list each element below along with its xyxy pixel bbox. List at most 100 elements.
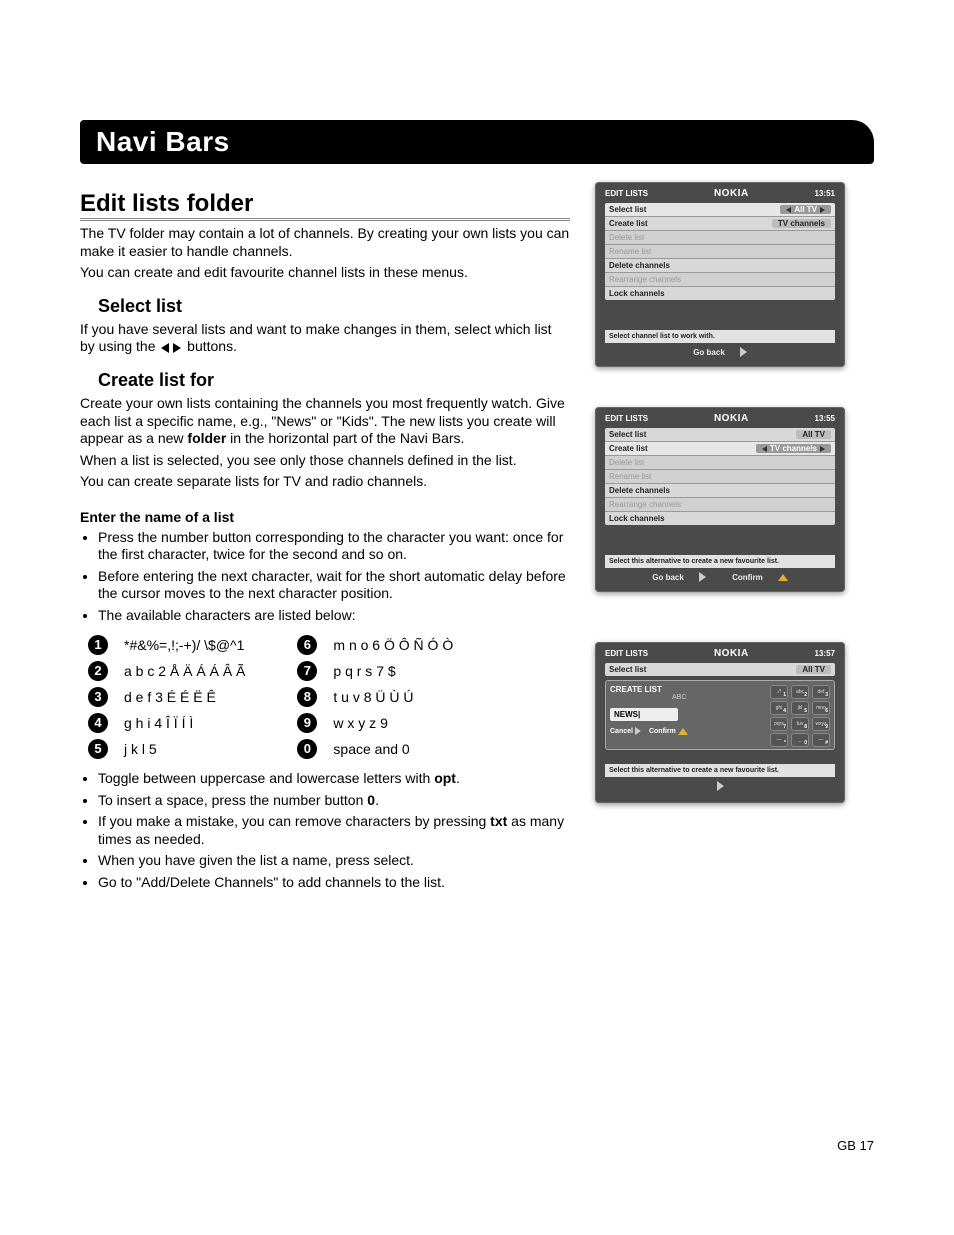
heading-enter-name: Enter the name of a list — [80, 509, 570, 525]
bullet-add-delete: Go to "Add/Delete Channels" to add chann… — [98, 874, 570, 892]
bullet-select: When you have given the list a name, pre… — [98, 852, 570, 870]
keypad-key[interactable]: abc2 — [791, 685, 809, 699]
title-bar: Navi Bars — [80, 120, 874, 164]
key-7-chars: p q r s 7 $ — [325, 658, 461, 684]
text-mode-indicator: ABC — [672, 694, 686, 701]
list-name-input[interactable]: NEWS| — [610, 708, 678, 721]
keypad-key[interactable]: pqrs7 — [770, 717, 788, 731]
panel3-time: 13:57 — [815, 649, 835, 658]
key-1-icon: 1 — [88, 635, 108, 655]
keypad-key[interactable]: jkl5 — [791, 701, 809, 715]
panel3-hint: Select this alternative to create a new … — [605, 764, 835, 777]
keypad-key[interactable]: —* — [770, 733, 788, 747]
intro-paragraph-1: The TV folder may contain a lot of chann… — [80, 225, 570, 260]
keypad-key[interactable]: def3 — [812, 685, 830, 699]
keypad-key[interactable]: ./!1 — [770, 685, 788, 699]
key-1-chars: *#&%=,!;-+)/ \$@^1 — [116, 632, 253, 658]
nokia-logo: NOKIA — [714, 648, 749, 659]
left-arrow-icon — [159, 339, 169, 357]
left-arrow-icon[interactable] — [762, 446, 767, 452]
enter-name-bullets: Press the number button corresponding to… — [98, 529, 570, 625]
screenshot-select-list: EDIT LISTS NOKIA 13:51 Select listAll TV… — [595, 182, 845, 367]
panel1-go-back[interactable]: Go back — [687, 347, 753, 357]
menu-row[interactable]: Delete channels — [605, 484, 835, 498]
keypad-key[interactable]: mno6 — [812, 701, 830, 715]
cancel-button[interactable]: Cancel — [610, 727, 641, 735]
heading-create-list: Create list for — [98, 370, 570, 391]
paragraph-select-list: If you have several lists and want to ma… — [80, 321, 570, 357]
key-0-chars: space and 0 — [325, 736, 461, 762]
panel2-confirm[interactable]: Confirm — [726, 573, 794, 582]
post-keymap-bullets: Toggle between uppercase and lowercase l… — [98, 770, 570, 891]
menu-row: Rename list — [605, 470, 835, 484]
key-5-icon: 5 — [88, 739, 108, 759]
key-7-icon: 7 — [297, 661, 317, 681]
menu-row[interactable]: Delete channels — [605, 259, 835, 273]
nokia-logo: NOKIA — [714, 413, 749, 424]
key-8-icon: 8 — [297, 687, 317, 707]
up-triangle-icon — [678, 728, 688, 735]
key-3-icon: 3 — [88, 687, 108, 707]
key-6-chars: m n o 6 Ö Ô Ñ Ó Ò — [325, 632, 461, 658]
create-list-dialog: CREATE LIST ABC NEWS| Cancel Confirm ./!… — [605, 680, 835, 750]
key-2-chars: a b c 2 Å Ä Á Á Â Ã — [116, 658, 253, 684]
menu-row[interactable]: Lock channels — [605, 512, 835, 525]
key-3-chars: d e f 3 É É Ë Ê — [116, 684, 253, 710]
right-triangle-icon — [740, 347, 747, 357]
panel3-title: EDIT LISTS — [605, 649, 648, 658]
panel2-hint: Select this alternative to create a new … — [605, 555, 835, 568]
key-9-chars: w x y z 9 — [325, 710, 461, 736]
menu-row: Delete list — [605, 456, 835, 470]
bullet-opt: Toggle between uppercase and lowercase l… — [98, 770, 570, 788]
panel1-title: EDIT LISTS — [605, 189, 648, 198]
confirm-button[interactable]: Confirm — [649, 728, 688, 735]
key-4-icon: 4 — [88, 713, 108, 733]
keypad-key[interactable]: wxyz9 — [812, 717, 830, 731]
bullet-enter-2: Before entering the next character, wait… — [98, 568, 570, 603]
menu-row[interactable]: Lock channels — [605, 287, 835, 300]
screenshot-create-list: EDIT LISTS NOKIA 13:55 Select listAll TV… — [595, 407, 845, 592]
screenshots-column: EDIT LISTS NOKIA 13:51 Select listAll TV… — [590, 182, 850, 895]
bullet-zero: To insert a space, press the number butt… — [98, 792, 570, 810]
key-4-chars: g h i 4 Î Ï Í Ì — [116, 710, 253, 736]
menu-row[interactable]: Create listTV channels — [605, 217, 835, 231]
menu-row[interactable]: Select listAll TV — [605, 203, 835, 217]
key-5-chars: j k l 5 — [116, 736, 253, 762]
keypad-key[interactable]: tuv8 — [791, 717, 809, 731]
right-arrow-icon — [173, 339, 183, 357]
heading-select-list: Select list — [98, 296, 570, 317]
right-arrow-icon[interactable] — [820, 207, 825, 213]
key-6-icon: 6 — [297, 635, 317, 655]
bullet-txt: If you make a mistake, you can remove ch… — [98, 813, 570, 848]
menu-row[interactable]: Create listTV channels — [605, 442, 835, 456]
keypad-key[interactable]: —# — [812, 733, 830, 747]
section-heading: Edit lists folder — [80, 190, 570, 221]
screenshot-name-entry: EDIT LISTS NOKIA 13:57 Select list All T… — [595, 642, 845, 803]
paragraph-create-1: Create your own lists containing the cha… — [80, 395, 570, 448]
paragraph-create-3: You can create separate lists for TV and… — [80, 473, 570, 491]
key-2-icon: 2 — [88, 661, 108, 681]
left-arrow-icon[interactable] — [786, 207, 791, 213]
panel2-go-back[interactable]: Go back — [646, 572, 712, 582]
right-arrow-icon[interactable] — [820, 446, 825, 452]
intro-paragraph-2: You can create and edit favourite channe… — [80, 264, 570, 282]
nokia-logo: NOKIA — [714, 188, 749, 199]
panel1-hint: Select channel list to work with. — [605, 330, 835, 343]
menu-row: Rearrange channels — [605, 498, 835, 512]
keypad-key[interactable]: ghi4 — [770, 701, 788, 715]
paragraph-create-2: When a list is selected, you see only th… — [80, 452, 570, 470]
panel2-time: 13:55 — [815, 414, 835, 423]
key-9-icon: 9 — [297, 713, 317, 733]
menu-row[interactable]: Select listAll TV — [605, 428, 835, 442]
page-number: GB 17 — [837, 1138, 874, 1153]
panel2-title: EDIT LISTS — [605, 414, 648, 423]
bullet-enter-1: Press the number button corresponding to… — [98, 529, 570, 564]
menu-row: Delete list — [605, 231, 835, 245]
keypad-key[interactable]: _0 — [791, 733, 809, 747]
onscreen-keypad: ./!1abc2def3 ghi4jkl5mno6 pqrs7tuv8wxyz9 —*… — [770, 685, 830, 749]
character-keymap-table: 1 *#&%=,!;-+)/ \$@^1 6 m n o 6 Ö Ô Ñ Ó Ò… — [80, 632, 461, 762]
right-triangle-icon — [699, 572, 706, 582]
panel3-row-select[interactable]: Select list All TV — [605, 663, 835, 676]
right-triangle-icon — [717, 781, 724, 791]
up-triangle-icon — [778, 574, 788, 581]
